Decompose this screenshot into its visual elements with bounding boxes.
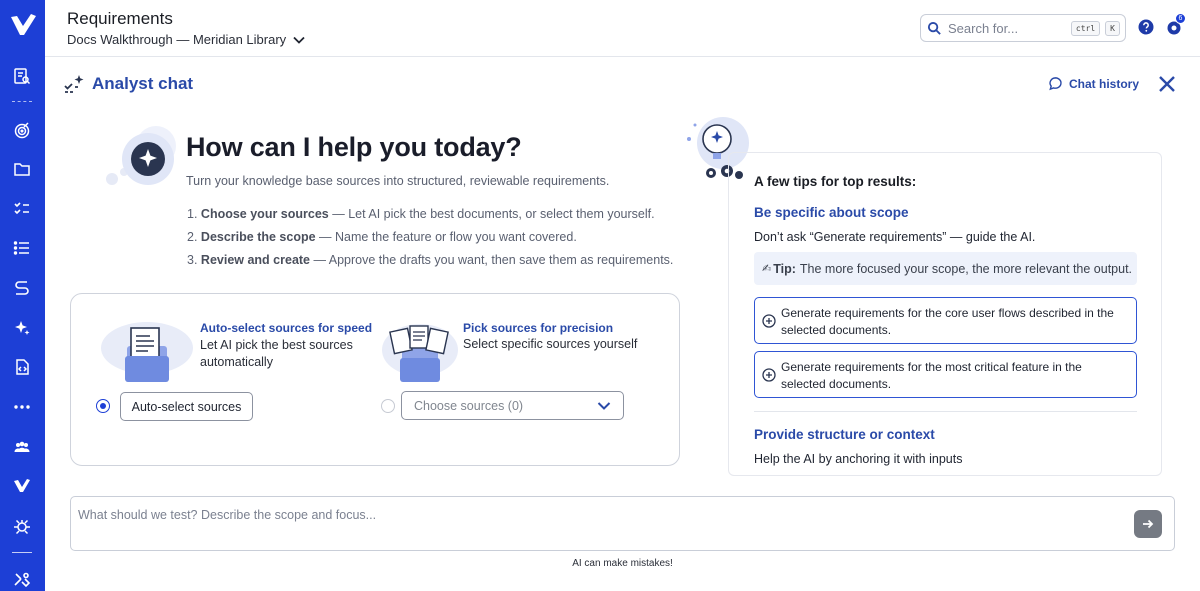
search-input[interactable]: Search for...	[948, 21, 1071, 36]
analyst-sparkle-icon	[64, 75, 84, 93]
sidebar-item-ai-sparkle-icon[interactable]	[11, 317, 33, 339]
search-icon	[927, 21, 941, 35]
steps-list: 1. Choose your sources — Let AI pick the…	[187, 207, 673, 276]
file-picker-illustration-icon	[382, 324, 458, 382]
tip-structure-title: Provide structure or context	[754, 427, 935, 442]
step-item: 2. Describe the scope — Name the feature…	[187, 230, 577, 244]
chat-title: Analyst chat	[92, 74, 194, 93]
project-selector[interactable]: Docs Walkthrough — Meridian Library	[67, 32, 306, 47]
tip-callout-label: Tip:	[773, 261, 796, 276]
pick-sources-radio[interactable]	[381, 399, 395, 413]
sidebar-item-list-icon[interactable]	[11, 237, 33, 259]
sidebar-item-tools-icon[interactable]	[11, 569, 33, 591]
pencil-icon: ✍	[762, 263, 772, 275]
notification-badge: 6	[1175, 13, 1186, 24]
tips-heading: A few tips for top results:	[754, 174, 917, 189]
sidebar-item-checklist-icon[interactable]	[11, 197, 33, 219]
document-folder-illustration-icon	[101, 322, 193, 382]
sidebar-item-team-icon[interactable]	[11, 436, 33, 458]
tip-scope-title: Be specific about scope	[754, 205, 909, 220]
auto-select-description: Let AI pick the best sources automatical…	[200, 338, 353, 369]
sidebar-divider	[12, 101, 32, 102]
plus-circle-icon	[762, 314, 776, 328]
chat-history-label: Chat history	[1069, 76, 1140, 91]
close-icon[interactable]	[1158, 75, 1176, 93]
suggested-prompt-text: Generate requirements for the core user …	[781, 306, 1114, 337]
pick-sources-title: Pick sources for precision	[463, 321, 614, 335]
chat-composer	[70, 496, 1175, 551]
hero-subtitle: Turn your knowledge base sources into st…	[186, 174, 610, 188]
help-icon[interactable]	[1138, 19, 1154, 35]
suggested-prompt[interactable]: Generate requirements for the core user …	[754, 297, 1137, 344]
sidebar-item-more-icon[interactable]	[11, 396, 33, 418]
step-item: 3. Review and create — Approve the draft…	[187, 253, 674, 267]
choose-sources-value: Choose sources (0)	[414, 398, 524, 413]
search-box[interactable]: Search for... ctrl K	[920, 14, 1126, 42]
sidebar-item-target-icon[interactable]	[11, 119, 33, 141]
project-name: Docs Walkthrough — Meridian Library	[67, 32, 287, 47]
tips-divider	[754, 411, 1137, 412]
tips-panel[interactable]: A few tips for top results: Be specific …	[728, 152, 1162, 476]
suggested-prompt-text: Generate requirements for the most criti…	[781, 360, 1082, 391]
tip-scope-description: Don’t ask “Generate requirements” — guid…	[754, 230, 1036, 244]
sidebar-item-bug-icon[interactable]	[11, 515, 33, 537]
shortcut-ctrl-key: ctrl	[1070, 20, 1101, 36]
chat-input[interactable]	[71, 497, 1121, 550]
shortcut-k-key: K	[1105, 20, 1120, 36]
tip-callout: ✍ Tip: The more focused your scope, the …	[754, 252, 1137, 285]
auto-select-sources-button[interactable]: Auto-select sources	[120, 392, 253, 421]
choose-sources-dropdown[interactable]: Choose sources (0)	[401, 391, 624, 420]
arrow-right-icon	[1143, 519, 1154, 529]
page-title: Requirements	[67, 9, 173, 28]
sidebar-item-code-doc-icon[interactable]	[11, 356, 33, 378]
sidebar-item-brand-mark-icon[interactable]	[11, 475, 33, 497]
suggested-prompt[interactable]: Generate requirements for the most criti…	[754, 351, 1137, 398]
send-button[interactable]	[1134, 510, 1162, 538]
auto-select-radio[interactable]	[96, 399, 110, 413]
tip-structure-description: Help the AI by anchoring it with inputs	[754, 452, 963, 466]
step-item: 1. Choose your sources — Let AI pick the…	[187, 207, 655, 221]
chat-history-button[interactable]: Chat history	[1048, 76, 1139, 91]
top-header: Requirements Docs Walkthrough — Meridian…	[45, 0, 1200, 57]
pick-sources-description: Select specific sources yourself	[463, 337, 638, 351]
assistant-illustration-icon	[106, 126, 176, 185]
speech-bubble-icon	[1049, 77, 1062, 91]
auto-select-title: Auto-select sources for speed	[200, 321, 373, 335]
sidebar	[0, 0, 45, 591]
chevron-down-icon	[597, 402, 611, 410]
app-logo-icon[interactable]	[9, 12, 37, 38]
plus-circle-icon	[762, 368, 776, 382]
sidebar-divider	[12, 552, 32, 553]
sidebar-item-requirements-icon[interactable]	[11, 65, 33, 87]
sidebar-item-flow-icon[interactable]	[11, 277, 33, 299]
ai-disclaimer: AI can make mistakes!	[572, 558, 673, 569]
hero-title: How can I help you today?	[186, 132, 522, 162]
tip-callout-text: The more focused your scope, the more re…	[799, 261, 1133, 276]
chevron-down-icon	[293, 36, 305, 44]
sidebar-item-folder-icon[interactable]	[11, 158, 33, 180]
